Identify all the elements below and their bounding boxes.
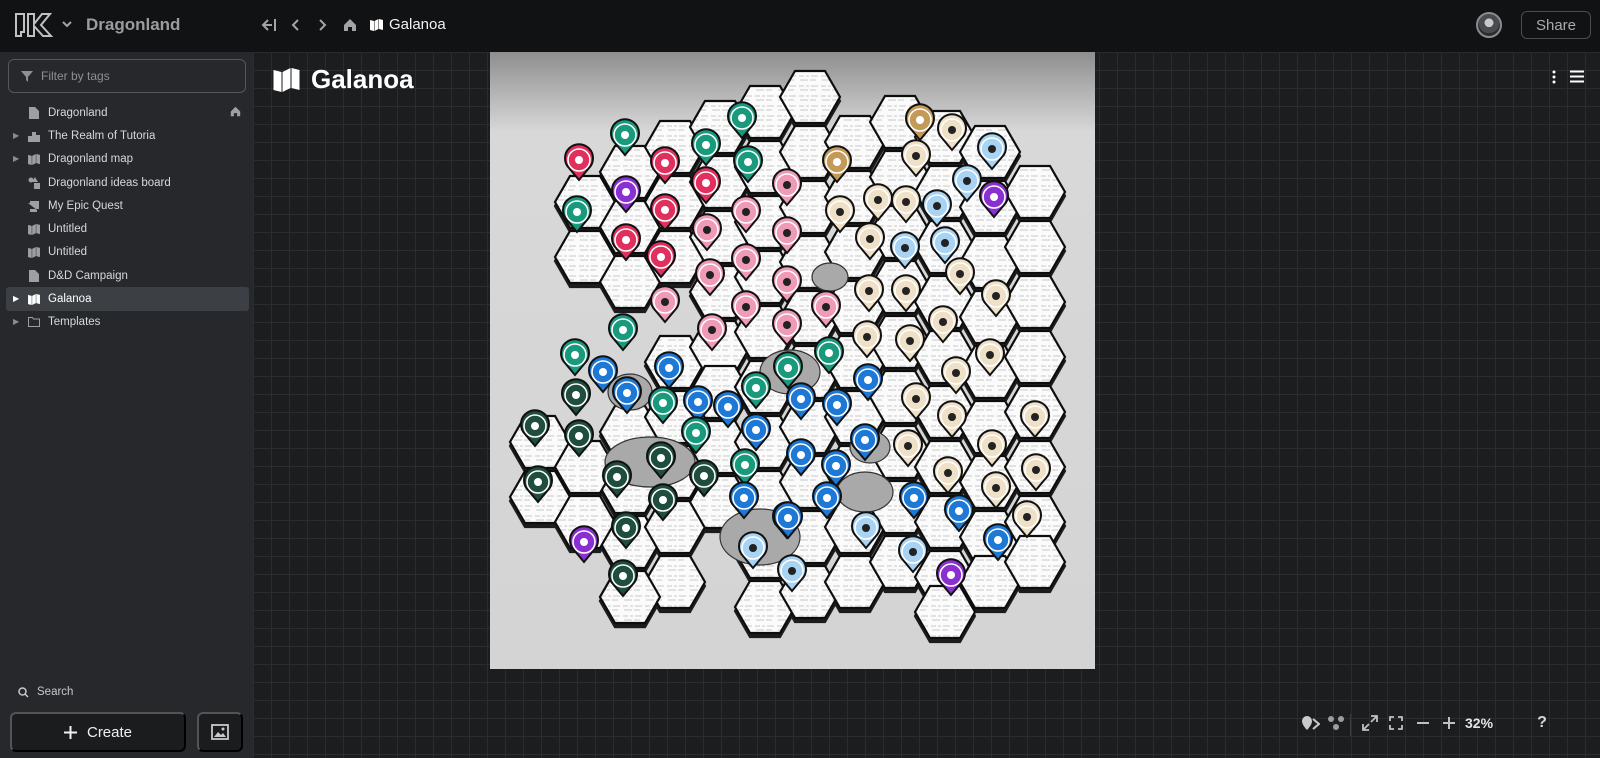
sidebar-item-ideas-board[interactable]: Dragonland ideas board bbox=[0, 171, 253, 194]
sidebar-item-galanoa[interactable]: ▶ Galanoa bbox=[6, 287, 249, 311]
expand-caret-icon[interactable]: ▶ bbox=[13, 155, 21, 163]
expand-caret-icon[interactable]: ▶ bbox=[13, 318, 21, 326]
chevron-down-icon[interactable] bbox=[60, 17, 74, 31]
create-label: Create bbox=[86, 723, 133, 741]
breadcrumb-current: Galanoa bbox=[389, 16, 446, 33]
zoom-out-button[interactable] bbox=[1412, 712, 1434, 734]
sidebar-item-label: D&D Campaign bbox=[48, 269, 128, 282]
fullscreen-icon[interactable] bbox=[1385, 712, 1407, 734]
sidebar-item-untitled-1[interactable]: Untitled bbox=[0, 217, 253, 240]
top-bar: Dragonland Galanoa Share bbox=[0, 0, 1600, 52]
sidebar-item-label: Dragonland ideas board bbox=[48, 176, 171, 189]
app-logo-icon[interactable] bbox=[14, 12, 54, 38]
folder-icon bbox=[28, 316, 40, 328]
search-button[interactable]: Search bbox=[18, 686, 73, 698]
canvas-toolbar: 32% ? bbox=[1299, 712, 1599, 738]
pin-cluster-icon[interactable] bbox=[1325, 712, 1347, 734]
avatar[interactable] bbox=[1476, 12, 1502, 38]
sidebar: Filter by tags Dragonland ▶ The Realm of… bbox=[0, 52, 253, 758]
sidebar-item-my-epic-quest[interactable]: My Epic Quest bbox=[0, 194, 253, 217]
create-button[interactable]: Create bbox=[10, 712, 186, 752]
map-icon bbox=[28, 153, 40, 165]
sidebar-item-label: Dragonland bbox=[48, 106, 108, 119]
map-pin-city_red[interactable] bbox=[611, 223, 641, 262]
plus-icon bbox=[63, 725, 77, 739]
help-icon[interactable]: ? bbox=[1531, 712, 1553, 734]
sidebar-item-label: Untitled bbox=[48, 246, 87, 259]
sidebar-item-label: Galanoa bbox=[48, 293, 92, 306]
breadcrumb[interactable]: Galanoa bbox=[370, 16, 446, 33]
expand-caret-icon[interactable]: ▶ bbox=[13, 295, 21, 303]
image-icon bbox=[211, 724, 229, 740]
map-icon bbox=[28, 246, 40, 258]
board-icon bbox=[28, 176, 40, 189]
collapse-sidebar-icon[interactable] bbox=[259, 15, 279, 35]
hex-map-image[interactable] bbox=[490, 52, 1095, 669]
map-pin-poi_pink[interactable] bbox=[650, 285, 680, 324]
sidebar-item-templates[interactable]: ▶ Templates bbox=[0, 311, 253, 334]
share-button[interactable]: Share bbox=[1521, 11, 1591, 39]
sidebar-item-label: Untitled bbox=[48, 223, 87, 236]
document-icon bbox=[28, 106, 40, 119]
more-options-icon[interactable] bbox=[1551, 70, 1557, 89]
hex-map-drawing bbox=[508, 69, 1067, 640]
scroll-icon bbox=[28, 200, 40, 212]
sidebar-item-dragonland-map[interactable]: ▶ Dragonland map bbox=[0, 148, 253, 171]
outline-menu-icon[interactable] bbox=[1570, 70, 1584, 88]
map-pin-magic[interactable] bbox=[569, 525, 599, 564]
sidebar-item-label: The Realm of Tutoria bbox=[48, 129, 156, 142]
expand-icon[interactable] bbox=[1359, 712, 1381, 734]
map-lake bbox=[836, 471, 894, 513]
app-title[interactable]: Dragonland bbox=[86, 15, 180, 35]
back-icon[interactable] bbox=[286, 15, 306, 35]
map-icon bbox=[273, 67, 300, 92]
buildings-icon bbox=[28, 130, 40, 142]
search-icon bbox=[18, 686, 29, 698]
sidebar-item-label: Dragonland map bbox=[48, 153, 134, 166]
sidebar-item-dragonland[interactable]: Dragonland bbox=[0, 101, 253, 124]
sidebar-item-label: Templates bbox=[48, 316, 101, 329]
sidebar-item-label: My Epic Quest bbox=[48, 199, 123, 212]
map-pin-city_red[interactable] bbox=[564, 143, 594, 182]
insert-image-button[interactable] bbox=[197, 712, 243, 752]
home-icon bbox=[230, 106, 241, 120]
filter-icon bbox=[21, 70, 33, 82]
sidebar-item-realm-of-tutoria[interactable]: ▶ The Realm of Tutoria bbox=[0, 124, 253, 147]
pin-visibility-icon[interactable] bbox=[1299, 712, 1321, 734]
map-icon bbox=[370, 18, 383, 31]
search-label: Search bbox=[37, 686, 74, 698]
document-tree: Dragonland ▶ The Realm of Tutoria ▶ Drag… bbox=[0, 101, 253, 334]
expand-caret-icon[interactable]: ▶ bbox=[13, 131, 21, 140]
page-title: Galanoa bbox=[270, 64, 414, 95]
tag-filter-input[interactable]: Filter by tags bbox=[8, 59, 246, 93]
sidebar-item-untitled-2[interactable]: Untitled bbox=[0, 241, 253, 264]
map-pin-forest[interactable] bbox=[560, 338, 590, 377]
home-icon[interactable] bbox=[340, 15, 360, 35]
forward-icon[interactable] bbox=[312, 15, 332, 35]
tag-filter-placeholder: Filter by tags bbox=[41, 69, 110, 83]
page-title-text: Galanoa bbox=[311, 64, 414, 94]
zoom-level[interactable]: 32% bbox=[1465, 715, 1493, 731]
map-canvas[interactable]: Galanoa 32% ? bbox=[253, 52, 1600, 758]
map-pin-jungle[interactable] bbox=[561, 378, 591, 417]
map-pin-forest[interactable] bbox=[608, 313, 638, 352]
map-icon bbox=[28, 223, 40, 235]
map-icon bbox=[28, 293, 40, 305]
sidebar-item-dnd-campaign[interactable]: D&D Campaign bbox=[0, 264, 253, 287]
map-lake bbox=[811, 262, 849, 292]
document-icon bbox=[28, 269, 40, 282]
zoom-in-button[interactable] bbox=[1438, 712, 1460, 734]
toolbar-divider bbox=[1350, 714, 1351, 736]
